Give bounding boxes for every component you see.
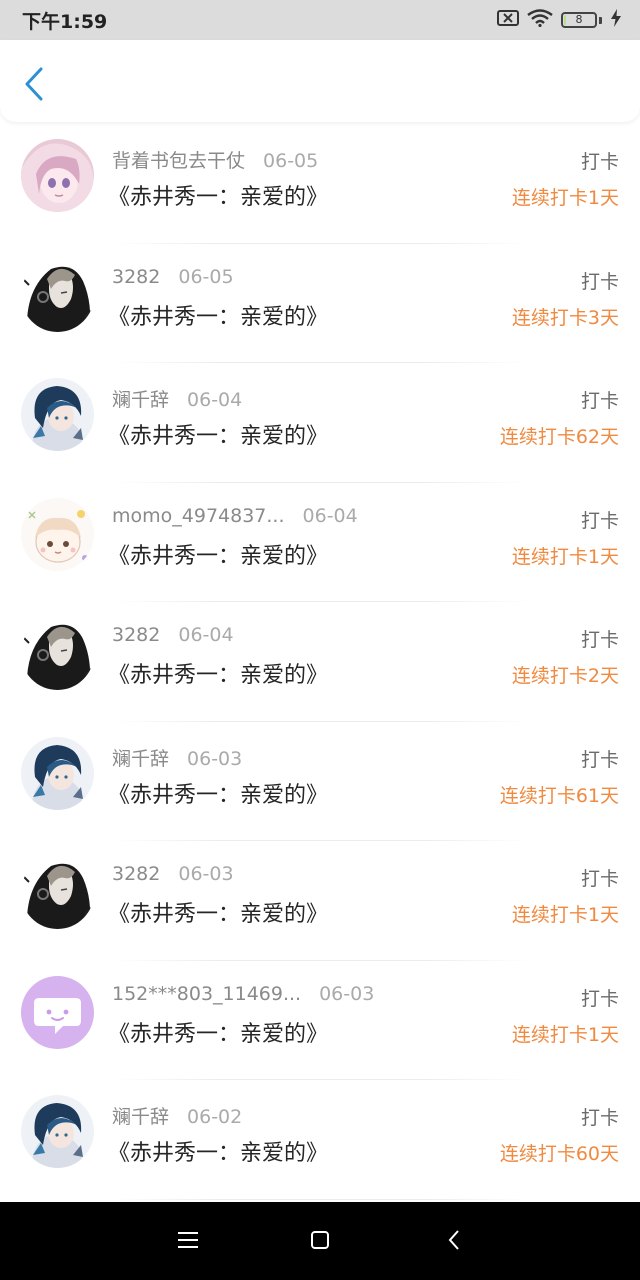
username[interactable]: 3282 <box>112 624 160 646</box>
checkin-label: 打卡 <box>580 390 619 412</box>
streak-label: 连续打卡2天 <box>511 665 619 687</box>
streak-label: 连续打卡62天 <box>499 426 619 448</box>
book-title[interactable]: 《赤井秀一：亲爱的》 <box>108 1016 328 1048</box>
blue-haired-avatar[interactable] <box>21 736 94 810</box>
checkin-list-item[interactable]: 3282 06-05 《赤井秀一：亲爱的》 打卡连续打卡3天 <box>0 244 640 364</box>
checkin-label: 打卡 <box>580 748 619 771</box>
item-meta: 3282 06-03 <box>112 863 234 885</box>
back-nav-button[interactable] <box>434 1222 474 1262</box>
streak-label: 连续打卡1天 <box>511 904 619 926</box>
checkin-date: 06-05 <box>263 150 319 172</box>
streak-label: 连续打卡3天 <box>511 306 619 329</box>
checkin-list-item[interactable]: 3282 06-03 《赤井秀一：亲爱的》 打卡连续打卡1天 <box>0 841 640 961</box>
system-nav-bar <box>0 1202 640 1280</box>
checkin-label: 打卡 <box>580 1107 619 1129</box>
checkin-date: 06-05 <box>178 265 234 288</box>
checkin-label: 打卡 <box>580 509 619 532</box>
back-triangle-icon <box>447 1229 461 1255</box>
book-title[interactable]: 《赤井秀一：亲爱的》 <box>108 1135 328 1167</box>
book-title[interactable]: 《赤井秀一：亲爱的》 <box>108 896 328 928</box>
checkin-label: 打卡 <box>580 270 619 293</box>
no-sim-icon <box>497 10 519 30</box>
battery-icon: 8 <box>561 12 597 28</box>
menu-button[interactable] <box>168 1222 208 1262</box>
username[interactable]: 3282 <box>112 266 160 288</box>
home-square-icon <box>310 1230 330 1254</box>
charging-icon <box>610 9 622 31</box>
item-meta: 152***803_11469... 06-03 <box>112 983 374 1005</box>
item-meta: 斓千辞 06-02 <box>112 1102 242 1129</box>
username[interactable]: 3282 <box>112 863 160 885</box>
checkin-date: 06-04 <box>187 389 243 411</box>
checkin-list-item[interactable]: 斓千辞 06-03 《赤井秀一：亲爱的》 打卡连续打卡61天 <box>0 722 640 842</box>
username[interactable]: 斓千辞 <box>112 385 169 412</box>
wifi-icon <box>527 9 553 31</box>
checkin-list-item[interactable]: 斓千辞 06-02 《赤井秀一：亲爱的》 打卡连续打卡60天 <box>0 1080 640 1200</box>
battery-fill <box>564 15 566 25</box>
username[interactable]: 斓千辞 <box>112 1102 169 1129</box>
blue-haired-avatar[interactable] <box>21 1095 94 1168</box>
item-meta: 3282 06-05 <box>112 266 234 288</box>
checkin-label: 打卡 <box>580 151 619 173</box>
checkin-label: 打卡 <box>580 629 619 651</box>
checkin-list-item[interactable]: 152***803_11469... 06-03 《赤井秀一：亲爱的》 打卡连续打卡1… <box>0 961 640 1081</box>
chat-bubble-avatar[interactable] <box>21 975 94 1049</box>
username[interactable]: 152***803_11469... <box>112 983 301 1005</box>
checkin-date: 06-03 <box>178 863 234 885</box>
checkin-list-item[interactable]: momo_4974837... 06-04 《赤井秀一：亲爱的》 打卡连续打卡1天 <box>0 483 640 603</box>
menu-icon <box>177 1231 199 1253</box>
header <box>0 40 640 122</box>
checkin-date: 06-03 <box>187 747 243 770</box>
item-meta: momo_4974837... 06-04 <box>112 505 358 527</box>
checkin-date: 06-04 <box>178 624 234 646</box>
chibi-avatar[interactable] <box>21 497 94 571</box>
checkin-date: 06-03 <box>319 982 375 1005</box>
streak-label: 连续打卡1天 <box>511 1023 619 1046</box>
checkin-list-item[interactable]: 背着书包去干仗 06-05 《赤井秀一：亲爱的》 打卡连续打卡1天 <box>0 124 640 244</box>
status-time: 下午1:59 <box>22 10 108 33</box>
item-meta: 斓千辞 06-04 <box>112 385 242 412</box>
battery-tip <box>599 16 602 24</box>
checkin-label: 打卡 <box>580 868 619 890</box>
checkin-date: 06-02 <box>187 1106 243 1128</box>
home-button[interactable] <box>300 1222 340 1262</box>
streak-label: 连续打卡61天 <box>499 784 619 807</box>
blue-haired-avatar[interactable] <box>21 378 94 451</box>
hooded-man-avatar[interactable] <box>21 856 94 929</box>
hooded-man-avatar[interactable] <box>21 258 94 332</box>
battery-level: 8 <box>575 13 583 26</box>
item-meta: 斓千辞 06-03 <box>112 744 242 771</box>
book-title[interactable]: 《赤井秀一：亲爱的》 <box>108 777 328 809</box>
anime-girl-avatar[interactable] <box>21 139 94 212</box>
checkin-list-item[interactable]: 3282 06-04 《赤井秀一：亲爱的》 打卡连续打卡2天 <box>0 602 640 722</box>
streak-label: 连续打卡60天 <box>499 1143 619 1165</box>
streak-label: 连续打卡1天 <box>511 187 619 209</box>
checkin-list-item[interactable]: 斓千辞 06-04 《赤井秀一：亲爱的》 打卡连续打卡62天 <box>0 363 640 483</box>
book-title[interactable]: 《赤井秀一：亲爱的》 <box>108 418 328 450</box>
item-meta: 3282 06-04 <box>112 624 234 646</box>
screen: 下午1:59 8 背着书包去干仗 06-05 《赤井秀一：亲爱的》 打卡 连续打… <box>0 0 640 1280</box>
item-meta: 背着书包去干仗 06-05 <box>112 146 318 173</box>
checkin-date: 06-04 <box>302 504 358 527</box>
checkin-list: 背着书包去干仗 06-05 《赤井秀一：亲爱的》 打卡 连续打卡1天 3282 06-05 《… <box>0 124 640 1202</box>
book-title[interactable]: 《赤井秀一：亲爱的》 <box>108 179 328 211</box>
checkin-label: 打卡 <box>580 987 619 1010</box>
status-bar: 下午1:59 8 <box>0 0 640 40</box>
username[interactable]: momo_4974837... <box>112 505 285 527</box>
book-title[interactable]: 《赤井秀一：亲爱的》 <box>108 299 328 331</box>
hooded-man-avatar[interactable] <box>21 617 94 690</box>
book-title[interactable]: 《赤井秀一：亲爱的》 <box>108 538 328 570</box>
chevron-left-icon <box>24 67 44 105</box>
username[interactable]: 背着书包去干仗 <box>112 146 245 173</box>
book-title[interactable]: 《赤井秀一：亲爱的》 <box>108 657 328 689</box>
back-button[interactable] <box>16 64 52 108</box>
username[interactable]: 斓千辞 <box>112 744 169 771</box>
status-icons: 8 <box>497 9 622 31</box>
streak-label: 连续打卡1天 <box>511 545 619 568</box>
